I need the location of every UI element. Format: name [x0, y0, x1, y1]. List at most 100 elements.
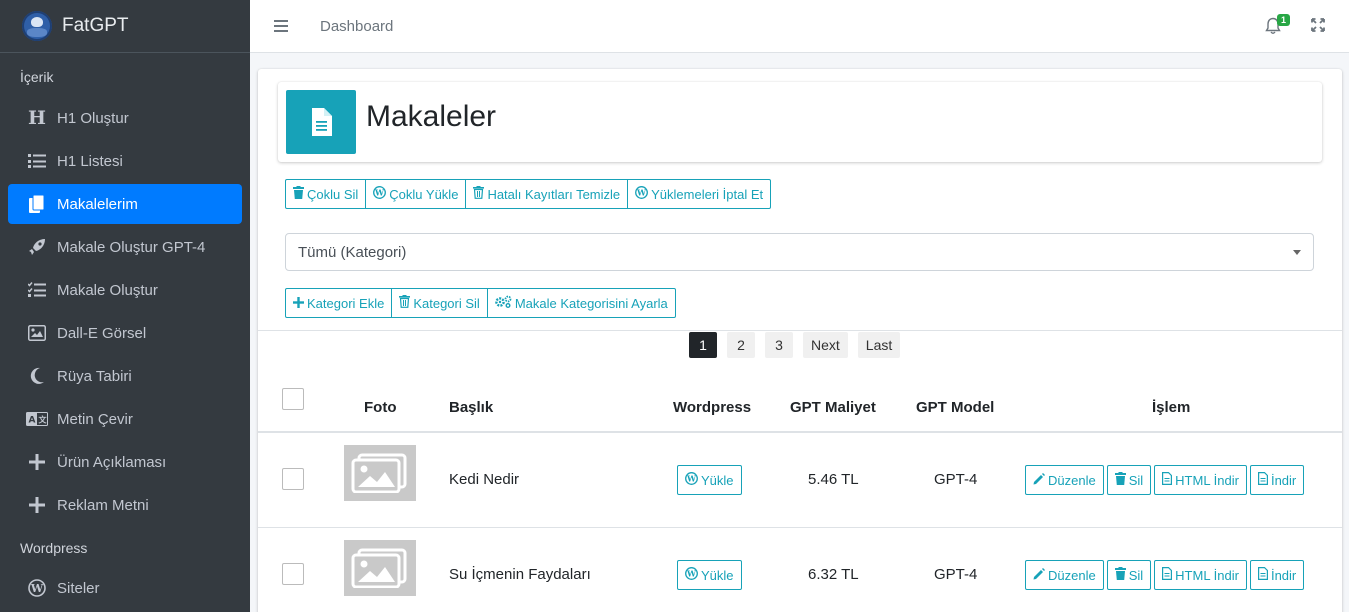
trash-icon	[293, 186, 304, 202]
bulk-delete-button[interactable]: Çoklu Sil	[285, 179, 367, 209]
edit-label: Düzenle	[1048, 472, 1096, 488]
article-model: GPT-4	[934, 471, 978, 488]
sidebar-item-sites[interactable]: W Siteler	[8, 568, 242, 608]
html-download-label: HTML İndir	[1175, 472, 1239, 488]
svg-text:W: W	[636, 188, 647, 198]
page-3-button[interactable]: 3	[765, 332, 793, 358]
list-ol-icon	[26, 151, 48, 171]
sidebar-item-articles[interactable]: Makalelerim	[8, 184, 242, 224]
articles-card: Makaleler Çoklu Sil W Çoklu Yükle Hatalı…	[258, 69, 1342, 612]
download-label: İndir	[1270, 567, 1297, 583]
category-select[interactable]: Tümü (Kategori)	[285, 233, 1314, 271]
pencil-icon	[1033, 472, 1045, 488]
delete-label: Sil	[1128, 567, 1144, 583]
sidebar-item-dalle-image[interactable]: Dall-E Görsel	[8, 313, 242, 353]
sidebar-item-label: Makale Oluştur	[57, 281, 158, 299]
upload-label: Yükle	[701, 472, 734, 488]
bulk-actions-group: Çoklu Sil W Çoklu Yükle Hatalı Kayıtları…	[285, 179, 772, 209]
article-cost: 5.46 TL	[808, 471, 859, 488]
delete-category-label: Kategori Sil	[413, 295, 480, 311]
wordpress-icon: W	[635, 186, 649, 202]
tasks-icon	[26, 280, 48, 300]
edit-button[interactable]: Düzenle	[1025, 465, 1104, 495]
article-title[interactable]: Su İçmenin Faydaları	[449, 566, 591, 583]
article-cost: 6.32 TL	[808, 566, 859, 583]
category-actions-group: Kategori Ekle Kategori Sil Makale Katego…	[285, 288, 676, 318]
language-icon: A文	[26, 409, 48, 429]
sidebar-item-label: Reklam Metni	[57, 496, 149, 514]
delete-button[interactable]: Sil	[1106, 560, 1152, 590]
delete-button[interactable]: Sil	[1106, 465, 1152, 495]
brand-name: FatGPT	[62, 15, 129, 36]
notification-count-badge: 1	[1277, 14, 1291, 26]
file-text-icon	[1162, 567, 1173, 583]
pagination: 1 2 3 Next Last	[689, 332, 910, 358]
sidebar-item-ad-text[interactable]: Reklam Metni	[8, 485, 242, 525]
row-divider	[258, 527, 1342, 528]
sidebar-item-article-create[interactable]: Makale Oluştur	[8, 270, 242, 310]
column-header-action: İşlem	[1152, 399, 1191, 416]
row-checkbox[interactable]	[282, 563, 304, 585]
fullscreen-icon[interactable]	[1311, 18, 1325, 32]
pencil-icon	[1033, 567, 1045, 583]
article-photo-placeholder	[344, 540, 416, 596]
clear-errors-button[interactable]: Hatalı Kayıtları Temizle	[465, 179, 629, 209]
menu-toggle-icon[interactable]	[274, 20, 288, 32]
plus-icon	[26, 452, 48, 472]
sidebar-item-h1-create[interactable]: H H1 Oluştur	[8, 98, 242, 138]
html-download-button[interactable]: HTML İndir	[1154, 560, 1247, 590]
sidebar-item-translate[interactable]: A文 Metin Çevir	[8, 399, 242, 439]
download-button[interactable]: İndir	[1249, 465, 1305, 495]
table-header-divider	[258, 431, 1342, 433]
download-button[interactable]: İndir	[1249, 560, 1305, 590]
sidebar-item-product-description[interactable]: Ürün Açıklaması	[8, 442, 242, 482]
bulk-upload-button[interactable]: W Çoklu Yükle	[365, 179, 467, 209]
sidebar-item-h1-list[interactable]: H1 Listesi	[8, 141, 242, 181]
heading-icon: H	[28, 107, 46, 129]
brand-logo-icon	[22, 11, 52, 41]
cancel-uploads-button[interactable]: W Yüklemeleri İptal Et	[627, 179, 772, 209]
upload-group: W Yükle	[677, 465, 742, 495]
sidebar-item-label: Metin Çevir	[57, 410, 133, 428]
breadcrumb[interactable]: Dashboard	[320, 18, 393, 35]
row-checkbox[interactable]	[282, 468, 304, 490]
article-model: GPT-4	[934, 566, 978, 583]
edit-button[interactable]: Düzenle	[1025, 560, 1104, 590]
sidebar-item-dream[interactable]: Rüya Tabiri	[8, 356, 242, 396]
add-category-button[interactable]: Kategori Ekle	[285, 288, 393, 318]
sidebar-item-label: Makalelerim	[57, 195, 138, 213]
top-navbar: Dashboard 1	[250, 0, 1349, 53]
delete-category-button[interactable]: Kategori Sil	[391, 288, 488, 318]
bulk-upload-label: Çoklu Yükle	[389, 186, 459, 202]
trash-outline-icon	[473, 186, 485, 202]
html-download-button[interactable]: HTML İndir	[1154, 465, 1247, 495]
nav-header-wordpress: Wordpress	[20, 540, 88, 556]
file-text-icon	[1257, 472, 1268, 488]
brand-link[interactable]: FatGPT	[0, 0, 250, 53]
column-header-cost: GPT Maliyet	[790, 399, 876, 416]
image-icon	[26, 323, 48, 343]
svg-text:文: 文	[39, 415, 48, 425]
last-page-button[interactable]: Last	[857, 332, 901, 358]
article-title[interactable]: Kedi Nedir	[449, 471, 519, 488]
next-page-button[interactable]: Next	[803, 332, 848, 358]
column-header-photo: Foto	[364, 399, 397, 416]
page-2-button[interactable]: 2	[727, 332, 755, 358]
cancel-uploads-label: Yüklemeleri İptal Et	[651, 186, 764, 202]
delete-label: Sil	[1128, 472, 1144, 488]
select-all-checkbox[interactable]	[282, 388, 304, 410]
sidebar-item-label: Dall-E Görsel	[57, 324, 147, 342]
wordpress-icon: W	[685, 567, 698, 583]
file-text-icon	[1162, 472, 1173, 488]
upload-button[interactable]: W Yükle	[677, 560, 742, 590]
sidebar-item-article-create-gpt4[interactable]: Makale Oluştur GPT-4	[8, 227, 242, 267]
svg-text:W: W	[686, 474, 697, 484]
edit-label: Düzenle	[1048, 567, 1096, 583]
upload-button[interactable]: W Yükle	[677, 465, 742, 495]
row-actions: Düzenle Sil HTML İndir İndir	[1025, 465, 1305, 495]
svg-text:W: W	[686, 569, 697, 579]
page-title-box: Makaleler	[278, 82, 1322, 162]
page-1-button[interactable]: 1	[689, 332, 717, 358]
set-article-category-button[interactable]: Makale Kategorisini Ayarla	[486, 288, 676, 318]
section-divider	[258, 330, 1342, 331]
